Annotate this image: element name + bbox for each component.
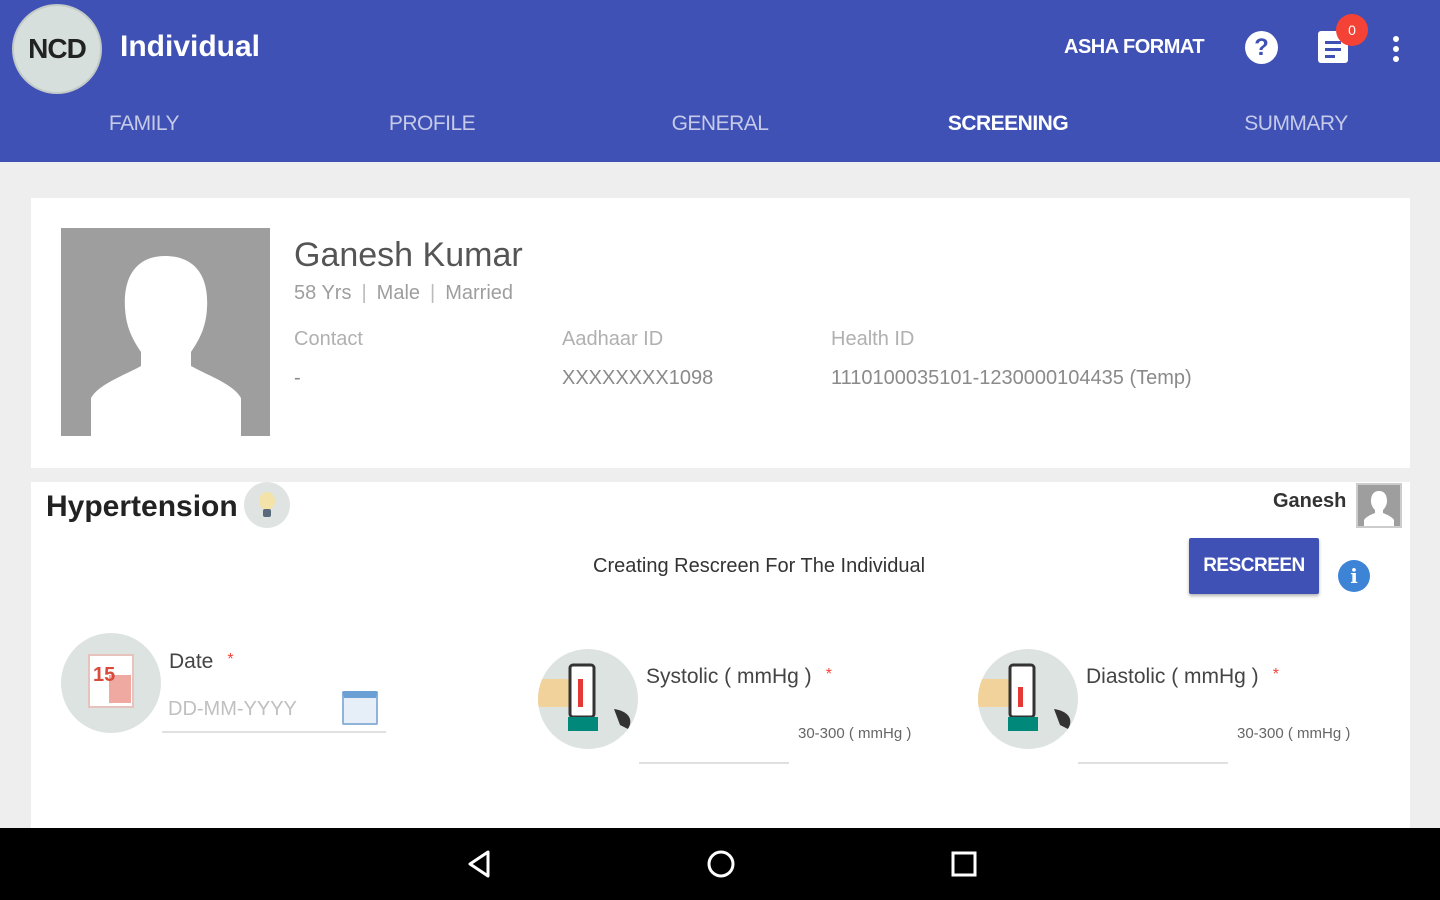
recents-icon[interactable] [946, 846, 982, 882]
back-icon[interactable] [461, 846, 497, 882]
lightbulb-icon[interactable] [244, 482, 290, 528]
person-silhouette-icon [1364, 491, 1394, 526]
tab-family[interactable]: FAMILY [0, 112, 288, 136]
aadhaar-label: Aadhaar ID [562, 328, 664, 350]
blood-pressure-monitor-icon [978, 649, 1078, 749]
info-icon[interactable]: i [1338, 560, 1370, 592]
calendar-date-icon: 15 [61, 633, 161, 733]
systolic-range: 30-300 ( mmHg ) [798, 725, 912, 742]
required-mark: * [227, 651, 234, 668]
patient-age: 58 Yrs [294, 282, 352, 304]
screening-card: Hypertension Ganesh Creating Rescreen Fo… [31, 482, 1410, 828]
diastolic-label: Diastolic ( mmHg ) * [1086, 665, 1279, 689]
user-avatar [1356, 483, 1402, 528]
date-label-text: Date [169, 650, 214, 673]
ncd-logo[interactable]: NCD [12, 4, 102, 94]
health-id-label: Health ID [831, 328, 915, 350]
system-navigation-bar [0, 828, 1440, 900]
patient-demographics: 58 Yrs | Male | Married [294, 282, 513, 305]
person-silhouette-icon [91, 256, 241, 436]
notification-badge: 0 [1336, 14, 1368, 46]
systolic-label-text: Systolic ( mmHg ) [646, 665, 812, 688]
patient-gender: Male [376, 282, 421, 304]
diastolic-range: 30-300 ( mmHg ) [1237, 725, 1351, 742]
help-icon[interactable]: ? [1245, 31, 1278, 64]
app-bar: NCD Individual ASHA FORMAT ? 0 FAMILY PR… [0, 0, 1440, 162]
tab-screening[interactable]: SCREENING [864, 112, 1152, 136]
rescreen-button[interactable]: RESCREEN [1189, 538, 1319, 594]
contact-label: Contact [294, 328, 363, 350]
tab-bar: FAMILY PROFILE GENERAL SCREENING SUMMARY [0, 100, 1440, 162]
tab-summary[interactable]: SUMMARY [1152, 112, 1440, 136]
avatar [61, 228, 270, 436]
date-label: Date * [169, 650, 234, 674]
logo-text: NCD [28, 33, 87, 64]
diastolic-input[interactable] [1078, 724, 1228, 764]
separator: | [361, 282, 367, 304]
section-title: Hypertension [46, 490, 238, 523]
profile-card: Ganesh Kumar 58 Yrs | Male | Married Contact… [31, 198, 1410, 468]
separator: | [430, 282, 436, 304]
diastolic-label-text: Diastolic ( mmHg ) [1086, 665, 1259, 688]
required-mark: * [1272, 666, 1279, 683]
screening-user-name: Ganesh [1273, 490, 1347, 512]
date-icon-number: 15 [93, 664, 115, 686]
contact-value: - [294, 367, 301, 389]
patient-name: Ganesh Kumar [294, 236, 523, 274]
tab-profile[interactable]: PROFILE [288, 112, 576, 136]
aadhaar-value: XXXXXXXX1098 [562, 367, 714, 389]
health-id-value: 1110100035101-1230000104435 (Temp) [831, 367, 1192, 389]
more-options-icon[interactable] [1388, 34, 1404, 64]
page-title: Individual [120, 30, 261, 63]
blood-pressure-monitor-icon [538, 649, 638, 749]
tab-general[interactable]: GENERAL [576, 112, 864, 136]
asha-format-button[interactable]: ASHA FORMAT [1064, 36, 1205, 59]
home-icon[interactable] [703, 846, 739, 882]
systolic-input[interactable] [639, 724, 789, 764]
systolic-label: Systolic ( mmHg ) * [646, 665, 832, 689]
patient-marital-status: Married [445, 282, 514, 304]
required-mark: * [825, 666, 832, 683]
calendar-picker-icon[interactable] [342, 691, 378, 725]
rescreen-message: Creating Rescreen For The Individual [593, 555, 926, 577]
